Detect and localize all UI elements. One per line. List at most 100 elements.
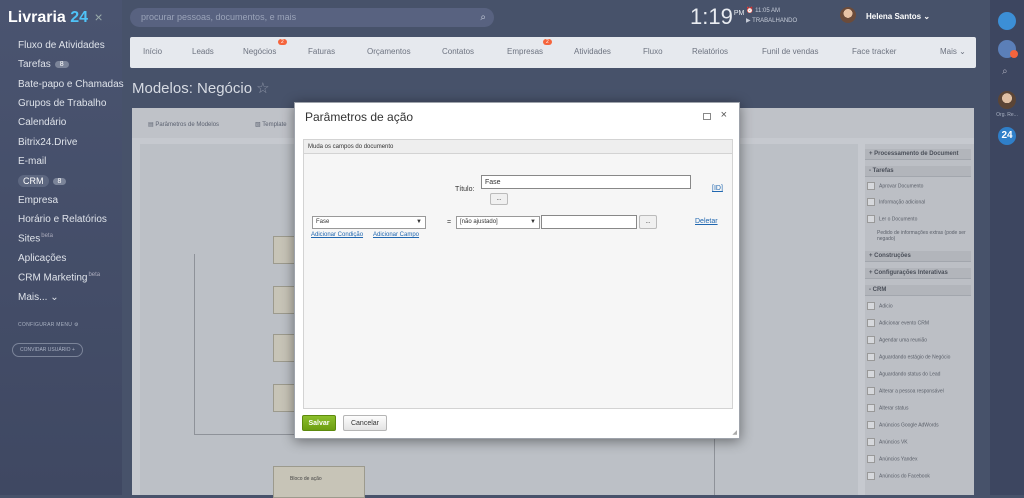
search-icon[interactable]: ⌕	[1002, 66, 1008, 77]
activity-item[interactable]: Alterar a pessoa responsável	[867, 387, 971, 395]
action-params-dialog: Parâmetros de ação × Muda os campos do d…	[294, 102, 740, 439]
field-select[interactable]: Fase ▼	[312, 216, 426, 229]
tab-relatorios[interactable]: Relatórios	[692, 47, 728, 56]
activities-panel: + Processamento de Document - Tarefas Ap…	[865, 144, 974, 495]
activity-label: Anúncios Yandex	[879, 456, 918, 463]
avatar[interactable]	[840, 7, 856, 23]
dropdown-arrow-icon: ▼	[530, 219, 536, 225]
invite-users-button[interactable]: CONVIDAR USUÁRIO +	[12, 343, 83, 357]
value-insert-button[interactable]: ...	[639, 215, 657, 229]
sidebar-item-label: Aplicações	[18, 253, 67, 264]
b24-icon[interactable]: 24	[998, 127, 1016, 145]
tab-contatos[interactable]: Contatos	[442, 47, 474, 56]
cancel-button[interactable]: Cancelar	[343, 415, 387, 431]
user-menu[interactable]: Helena Santos ⌄	[866, 12, 930, 21]
activity-item[interactable]: Ler o Documento	[867, 215, 971, 223]
tab-funil-de-vendas[interactable]: Funil de vendas	[762, 47, 818, 56]
activity-label: Anúncios VK	[879, 439, 908, 446]
activity-item[interactable]: Adicio	[867, 302, 971, 310]
workday-status[interactable]: ⏰ 11:05 AM ▶ TRABALHANDO	[746, 6, 797, 26]
delete-link[interactable]: Deletar	[695, 218, 718, 225]
sidebar-item-sites[interactable]: Sitesbeta	[18, 233, 53, 244]
add-condition-link[interactable]: Adicionar Condição	[311, 232, 363, 238]
workflow-block[interactable]: Bloco de ação	[273, 466, 365, 498]
sidebar-item-more[interactable]: Mais... ⌄	[18, 292, 59, 303]
title-insert-button[interactable]: ...	[490, 193, 508, 205]
sidebar-item-calendar[interactable]: Calendário	[18, 117, 66, 128]
search-input[interactable]: procurar pessoas, documentos, e mais ⌕	[130, 8, 494, 27]
title-input[interactable]: Fase	[481, 175, 691, 189]
section-document-processing[interactable]: + Processamento de Document	[865, 149, 971, 160]
count-badge: 2	[543, 39, 552, 45]
activity-item[interactable]: Anúncios do Facebook	[867, 472, 971, 480]
close-icon[interactable]: ×	[721, 109, 727, 121]
value-select[interactable]: [não ajustado] ▼	[456, 216, 540, 229]
sidebar-item-label: Empresa	[18, 195, 59, 206]
toolbar-label: Template	[262, 122, 287, 128]
section-crm[interactable]: - CRM	[865, 285, 971, 296]
close-icon[interactable]: ×	[95, 9, 103, 25]
save-button[interactable]: Salvar	[302, 415, 336, 431]
star-icon[interactable]: ☆	[256, 80, 269, 97]
logo[interactable]: Livraria 24 ×	[8, 9, 103, 27]
activity-item[interactable]: Anúncios Yandex	[867, 455, 971, 463]
value-input[interactable]	[541, 215, 637, 229]
tab-mais[interactable]: Mais ⌄	[940, 47, 966, 56]
notification-dot	[1010, 50, 1018, 58]
search-icon[interactable]: ⌕	[480, 8, 486, 27]
user-avatar[interactable]	[998, 91, 1016, 109]
sidebar-item-company[interactable]: Empresa	[18, 195, 58, 206]
activity-item[interactable]: Aprovar Documento	[867, 182, 971, 190]
resize-grip-icon[interactable]: ◢	[732, 429, 737, 436]
tab-inicio[interactable]: Início	[143, 47, 162, 56]
configure-menu-link[interactable]: CONFIGURAR MENU ⚙	[18, 322, 79, 328]
sidebar-item-drive[interactable]: Bitrix24.Drive	[18, 137, 77, 148]
sidebar-item-email[interactable]: E-mail	[18, 156, 46, 167]
sidebar-item-activity-stream[interactable]: Fluxo de Atividades	[18, 40, 105, 51]
add-field-link[interactable]: Adicionar Campo	[373, 232, 419, 238]
sidebar-item-label: Tarefas	[18, 59, 51, 70]
sidebar-item-chat[interactable]: Bate-papo e Chamadas	[18, 79, 124, 90]
dropdown-arrow-icon: ▼	[416, 219, 422, 225]
help-icon[interactable]	[998, 12, 1016, 30]
equals-sign: =	[447, 219, 452, 226]
section-interactive-settings[interactable]: + Configurações Interativas	[865, 268, 971, 279]
sidebar-item-label: E-mail	[18, 156, 47, 167]
activity-item[interactable]: Agendar uma reunião	[867, 336, 971, 344]
activity-item[interactable]: Anúncios Google AdWords	[867, 421, 971, 429]
activity-item[interactable]: Adicionar evento CRM	[867, 319, 971, 327]
sidebar-item-crm[interactable]: CRM 8	[18, 175, 67, 187]
activity-item[interactable]: Aguardando estágio de Negócio	[867, 353, 971, 361]
tab-face-tracker[interactable]: Face tracker	[852, 47, 896, 56]
sidebar-item-applications[interactable]: Aplicações	[18, 253, 66, 264]
activity-item[interactable]: Anúncios VK	[867, 438, 971, 446]
maximize-icon[interactable]	[703, 113, 711, 120]
tab-fluxo[interactable]: Fluxo	[643, 47, 663, 56]
template-button[interactable]: ▧ Template	[255, 121, 287, 128]
tab-atividades[interactable]: Atividades	[574, 47, 611, 56]
tab-leads[interactable]: Leads	[192, 47, 214, 56]
template-params-button[interactable]: ▤ Parâmetros de Modelos	[148, 121, 219, 128]
title-label: Título:	[455, 186, 475, 193]
sidebar-item-workgroups[interactable]: Grupos de Trabalho	[18, 98, 106, 109]
id-link[interactable]: [ID]	[712, 185, 723, 192]
activity-icon	[867, 438, 875, 446]
activity-item[interactable]: Pedido de informações extras (pode ser n…	[867, 230, 971, 242]
activity-label: Adicionar evento CRM	[879, 320, 930, 327]
activity-item[interactable]: Aguardando status do Lead	[867, 370, 971, 378]
section-tasks[interactable]: - Tarefas	[865, 166, 971, 177]
tab-orcamentos[interactable]: Orçamentos	[367, 47, 411, 56]
tab-negocios[interactable]: Negócios	[243, 47, 276, 56]
left-sidebar: Livraria 24 × Fluxo de Atividades Tarefa…	[0, 0, 124, 495]
section-constructions[interactable]: + Construções	[865, 251, 971, 262]
sidebar-item-time-reports[interactable]: Horário e Relatórios	[18, 214, 107, 225]
sidebar-item-label: Calendário	[18, 117, 67, 128]
activity-item[interactable]: Informação adicional	[867, 198, 971, 206]
sidebar-item-crm-marketing[interactable]: CRM Marketingbeta	[18, 272, 100, 283]
sidebar-item-label: Horário e Relatórios	[18, 214, 107, 225]
sidebar-item-tasks[interactable]: Tarefas 8	[18, 59, 69, 70]
tab-empresas[interactable]: Empresas	[507, 47, 543, 56]
user-name: Helena Santos	[866, 12, 922, 21]
activity-item[interactable]: Alterar status	[867, 404, 971, 412]
tab-faturas[interactable]: Faturas	[308, 47, 335, 56]
